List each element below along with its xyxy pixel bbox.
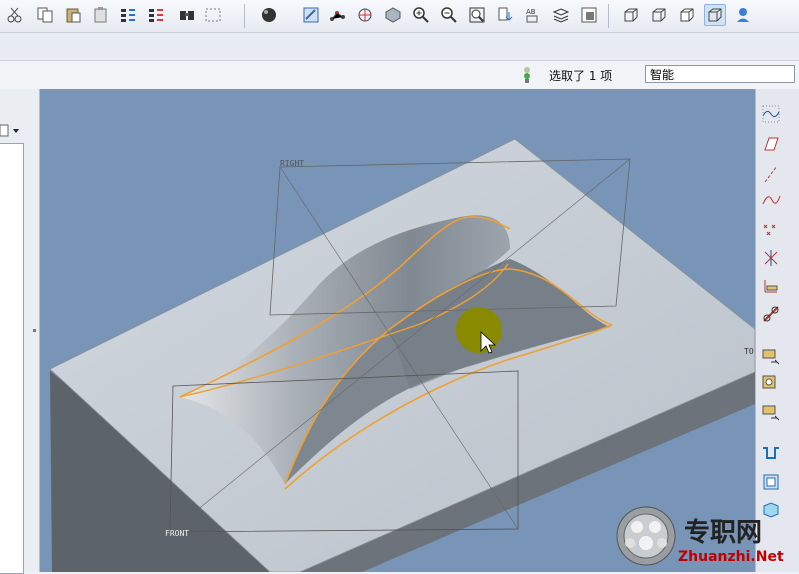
no-hidden-icon[interactable] — [676, 4, 698, 26]
cut-icon[interactable] — [4, 4, 26, 26]
paste-icon[interactable] — [62, 4, 84, 26]
zoom-fit-icon[interactable] — [466, 4, 488, 26]
watermark-title: 专职网 — [684, 518, 763, 548]
datum-label-front: FRONT — [165, 529, 189, 538]
shaded-icon[interactable] — [704, 4, 726, 26]
toolbar-spacer — [0, 33, 799, 60]
regenerate-icon[interactable] — [118, 4, 140, 26]
datum-axis-icon[interactable] — [760, 163, 782, 185]
regen-manager-icon[interactable] — [146, 4, 168, 26]
model-render: RIGHT FRONT TO — [49, 138, 755, 572]
paste-special-icon[interactable] — [90, 4, 112, 26]
datum-curve-icon[interactable] — [760, 103, 782, 125]
revolve-icon[interactable] — [760, 373, 782, 395]
draft-icon[interactable] — [760, 499, 782, 521]
selection-filter[interactable]: 智能 — [645, 65, 795, 83]
main-toolbar: AB — [0, 0, 799, 33]
find-icon[interactable] — [176, 4, 198, 26]
orient-mode-icon[interactable] — [354, 4, 376, 26]
model-display-icon[interactable] — [578, 4, 600, 26]
datum-label-top: TO — [744, 347, 754, 356]
splitter-handle[interactable] — [33, 329, 36, 332]
extrude-icon[interactable] — [760, 345, 782, 367]
copy-icon[interactable] — [34, 4, 56, 26]
traffic-light-icon — [524, 67, 530, 83]
wireframe-icon[interactable] — [620, 4, 642, 26]
watermark-url: Zhuanzhi.Net — [678, 549, 784, 565]
repaint-icon[interactable] — [300, 4, 322, 26]
zoom-in-icon[interactable] — [410, 4, 432, 26]
datum-point-icon[interactable] — [760, 219, 782, 241]
help-icon[interactable] — [732, 4, 754, 26]
selection-status: 选取了 1 项 — [549, 69, 613, 83]
layers-icon[interactable] — [382, 4, 404, 26]
analysis-icon[interactable] — [760, 303, 782, 325]
sweep-icon[interactable] — [760, 401, 782, 423]
datum-plane-icon[interactable] — [760, 133, 782, 155]
tree-menu-icon[interactable] — [0, 123, 24, 139]
svg-text:AB: AB — [526, 8, 536, 16]
saved-views-icon[interactable] — [494, 4, 516, 26]
select-box-icon[interactable] — [202, 4, 224, 26]
hidden-line-icon[interactable] — [648, 4, 670, 26]
layer-tree-icon[interactable] — [550, 4, 572, 26]
cursor-highlight — [456, 307, 502, 353]
annotations-icon[interactable]: AB — [522, 4, 544, 26]
shading-icon[interactable] — [258, 4, 280, 26]
watermark-logo — [616, 506, 676, 566]
status-bar: 选取了 1 项 智能 — [0, 60, 799, 90]
shell-icon[interactable] — [760, 443, 782, 465]
coordinate-system-icon[interactable] — [760, 275, 782, 297]
spin-center-icon[interactable] — [326, 4, 348, 26]
datum-label-right: RIGHT — [280, 159, 304, 168]
model-tree[interactable] — [0, 143, 24, 574]
sketched-curve-icon[interactable] — [760, 189, 782, 211]
feature-toolbar — [755, 89, 799, 572]
rib-icon[interactable] — [760, 471, 782, 493]
graphics-viewport[interactable]: RIGHT FRONT TO — [40, 89, 755, 572]
offset-point-icon[interactable] — [760, 247, 782, 269]
zoom-out-icon[interactable] — [438, 4, 460, 26]
model-tree-panel — [0, 89, 40, 574]
